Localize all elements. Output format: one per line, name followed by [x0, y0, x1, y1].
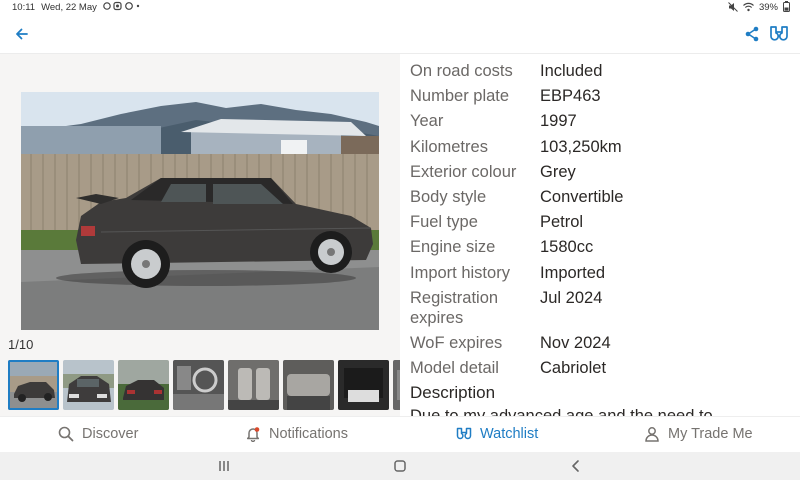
share-button[interactable] — [742, 24, 762, 44]
watchlist-button[interactable] — [768, 23, 790, 45]
nav-watchlist-label: Watchlist — [480, 426, 539, 442]
detail-label: Registration expires — [410, 288, 499, 327]
detail-label: Import history — [410, 263, 510, 282]
detail-row-body-style: Body style Convertible — [410, 187, 800, 207]
detail-value: 1580cc — [540, 238, 594, 257]
recent-apps-icon — [219, 461, 229, 471]
wifi-icon — [743, 2, 754, 14]
nav-discover-label: Discover — [82, 426, 139, 442]
detail-label: Exterior colour — [410, 162, 517, 181]
thumbnail-7[interactable] — [338, 360, 389, 410]
bottom-navigation: Discover Notifications Watchlist My Trad… — [0, 416, 800, 452]
detail-row-import-history: Import history Imported — [410, 263, 800, 283]
system-navigation-bar — [0, 452, 800, 480]
thumbnail-1[interactable] — [8, 360, 59, 410]
thumbnail-strip[interactable] — [8, 360, 400, 412]
detail-row-year: Year 1997 — [410, 111, 800, 131]
detail-value: Petrol — [540, 213, 584, 232]
car-photo-image — [21, 92, 379, 330]
search-icon — [58, 426, 74, 442]
detail-value: 1997 — [540, 112, 577, 131]
thumbnail-6[interactable] — [283, 360, 334, 410]
photo-gallery: 1/10 — [0, 54, 400, 416]
battery-icon — [783, 1, 790, 14]
thumbnail-3[interactable] — [118, 360, 169, 410]
detail-label: Kilometres — [410, 137, 488, 156]
system-back-button[interactable] — [568, 459, 584, 473]
detail-value: Cabriolet — [540, 359, 607, 378]
thumbnail-4[interactable] — [173, 360, 224, 410]
detail-value: EBP463 — [540, 87, 601, 106]
detail-row-wof-expires: WoF expires Nov 2024 — [410, 333, 800, 353]
status-bar: 10:11 Wed, 22 May 39% — [0, 0, 800, 14]
detail-label: On road costs — [410, 62, 513, 80]
share-icon — [745, 26, 759, 42]
detail-value: 103,250km — [540, 137, 622, 156]
description-text: Due to my advanced age and the need to — [410, 406, 800, 416]
home-icon — [394, 460, 406, 472]
nav-my-trade-me[interactable]: My Trade Me — [644, 426, 753, 442]
person-icon — [645, 427, 659, 442]
nav-watchlist[interactable]: Watchlist — [456, 426, 538, 442]
binoculars-icon — [456, 427, 472, 440]
detail-row-on-road-costs: On road costs Included — [410, 61, 800, 81]
app-bar — [0, 16, 800, 52]
detail-label: Number plate — [410, 87, 510, 106]
notification-icons — [103, 1, 143, 13]
detail-label: Model detail — [410, 359, 499, 378]
status-date: Wed, 22 May — [41, 1, 97, 13]
thumbnail-5[interactable] — [228, 360, 279, 410]
nav-notifications-label: Notifications — [269, 426, 348, 442]
detail-row-exterior-colour: Exterior colour Grey — [410, 162, 800, 182]
detail-label: Year — [410, 112, 444, 131]
detail-value: Jul 2024 — [540, 288, 603, 307]
detail-value: Convertible — [540, 187, 624, 206]
nav-notifications[interactable]: Notifications — [245, 426, 348, 442]
nav-discover[interactable]: Discover — [58, 426, 138, 442]
detail-value: Imported — [540, 263, 606, 282]
detail-value: Nov 2024 — [540, 333, 611, 352]
detail-label: Fuel type — [410, 213, 478, 232]
battery-percent: 39% — [758, 2, 778, 13]
chevron-left-icon — [572, 460, 579, 472]
watchlist-binoculars-icon — [770, 26, 788, 41]
detail-label: Engine size — [410, 238, 496, 257]
detail-row-fuel-type: Fuel type Petrol — [410, 212, 800, 232]
detail-label: WoF expires — [410, 333, 503, 352]
recent-apps-button[interactable] — [216, 459, 232, 473]
photo-counter: 1/10 — [8, 337, 34, 352]
detail-label: Body style — [410, 187, 487, 206]
thumbnail-2[interactable] — [63, 360, 114, 410]
detail-value: Included — [540, 62, 603, 80]
description-heading: Description — [410, 383, 496, 403]
status-time: 10:11 — [12, 1, 36, 13]
detail-row-kilometres: Kilometres 103,250km — [410, 137, 800, 157]
main-car-photo[interactable] — [21, 92, 379, 330]
bell-icon — [246, 427, 260, 442]
thumbnail-8[interactable] — [393, 360, 400, 410]
detail-row-model-detail: Model detail Cabriolet — [410, 358, 800, 378]
detail-row-registration-expires: Registration expires Jul 2024 — [410, 288, 800, 328]
nav-my-trade-me-label: My Trade Me — [668, 426, 753, 442]
detail-row-number-plate: Number plate EBP463 — [410, 86, 800, 106]
back-arrow-icon — [16, 28, 28, 40]
detail-value: Grey — [540, 162, 576, 181]
mute-icon — [728, 1, 738, 14]
back-button[interactable] — [12, 24, 32, 44]
detail-row-engine-size: Engine size 1580cc — [410, 237, 800, 257]
vehicle-details: On road costs Included Number plate EBP4… — [410, 61, 800, 416]
home-button[interactable] — [392, 459, 408, 473]
